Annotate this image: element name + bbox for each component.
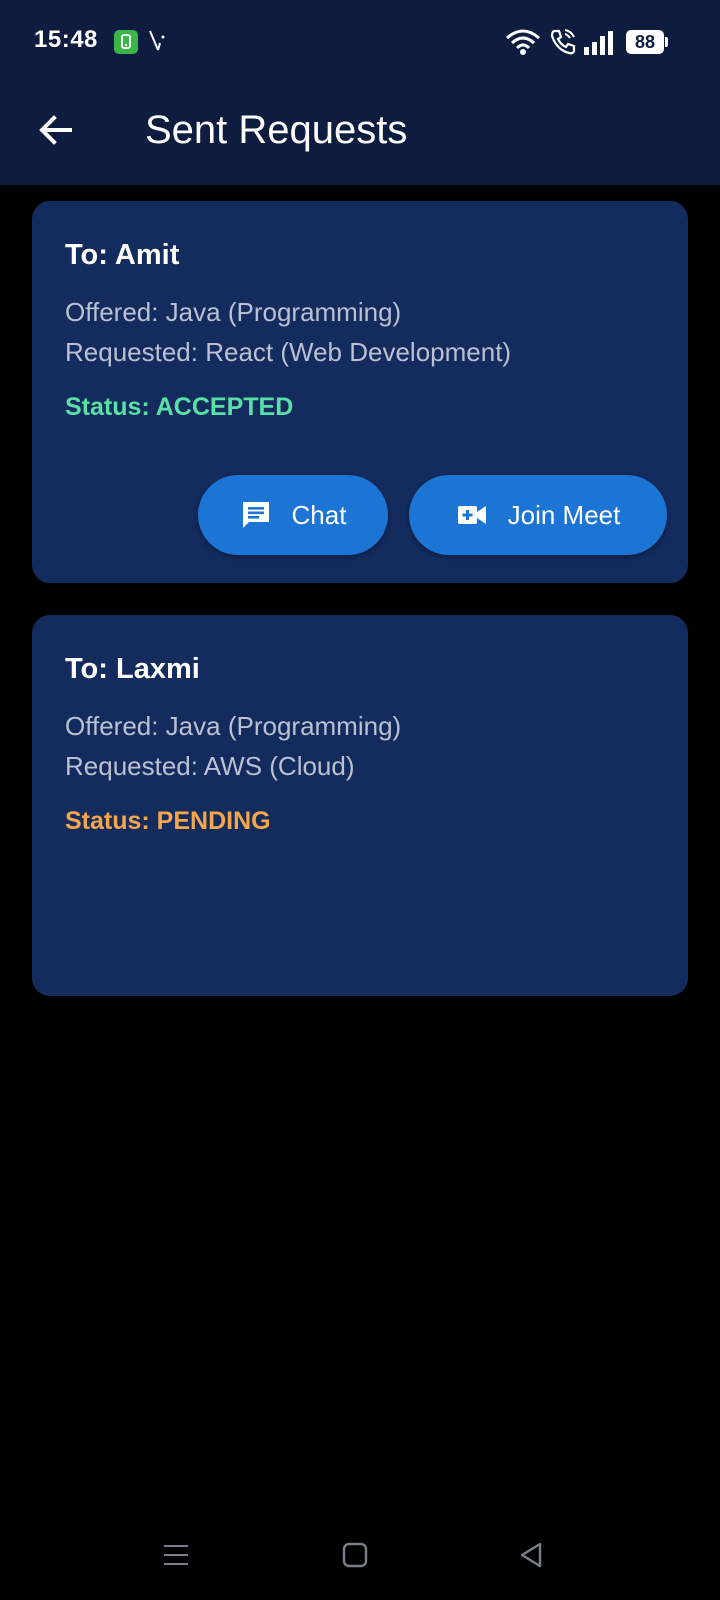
request-card: To: Laxmi Offered: Java (Programming) Re… (32, 615, 688, 996)
join-meet-button[interactable]: Join Meet (409, 475, 667, 555)
arrow-left-icon (38, 112, 74, 153)
join-meet-button-label: Join Meet (507, 499, 621, 530)
menu-button[interactable] (156, 1537, 196, 1577)
status-label: Status: PENDING (65, 807, 271, 835)
app-icon (114, 30, 138, 54)
back-triangle-icon (518, 1541, 546, 1574)
call-icon (549, 28, 577, 61)
back-nav-button[interactable] (512, 1537, 552, 1577)
home-button[interactable] (335, 1537, 375, 1577)
request-card: To: Amit Offered: Java (Programming) Req… (32, 201, 688, 583)
signal-icon (583, 30, 615, 61)
wifi-icon (505, 28, 541, 61)
requested-skill: Requested: AWS (Cloud) (65, 751, 355, 781)
video-add-icon (456, 502, 488, 528)
status-label: Status: ACCEPTED (65, 393, 294, 421)
offered-skill: Offered: Java (Programming) (65, 297, 402, 327)
chat-icon (240, 499, 272, 531)
chat-button[interactable]: Chat (198, 475, 388, 555)
home-square-icon (341, 1541, 369, 1574)
page-title: Sent Requests (145, 108, 408, 152)
offered-skill: Offered: Java (Programming) (65, 711, 402, 741)
chat-button-label: Chat (291, 499, 347, 530)
battery-icon: 88 (626, 30, 664, 54)
battery-tip (665, 37, 668, 47)
requested-skill: Requested: React (Web Development) (65, 337, 512, 367)
v-icon (148, 28, 168, 59)
back-button[interactable] (30, 106, 82, 158)
menu-icon (162, 1542, 190, 1573)
system-nav-bar (0, 1515, 720, 1600)
app-bar: Sent Requests (0, 84, 720, 185)
request-recipient: To: Amit (65, 239, 180, 271)
status-time: 15:48 (34, 26, 98, 53)
request-recipient: To: Laxmi (65, 653, 200, 685)
status-bar: 15:48 88 (0, 0, 720, 84)
